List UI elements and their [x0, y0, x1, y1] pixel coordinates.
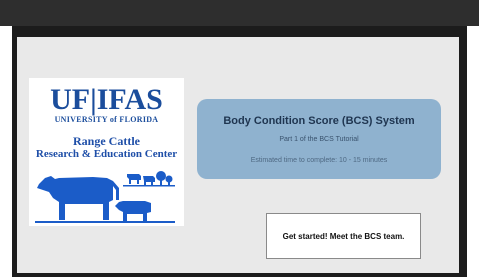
get-started-button[interactable]: Get started! Meet the BCS team. [266, 213, 421, 259]
page-edge [467, 26, 479, 277]
tutorial-part-label: Part 1 of the BCS Tutorial [279, 136, 359, 143]
center-name-line1: Range Cattle [73, 134, 140, 148]
get-started-label: Get started! Meet the BCS team. [282, 231, 405, 241]
logo-university: UNIVERSITY of FLORIDA [54, 115, 159, 124]
title-panel: Body Condition Score (BCS) System Part 1… [197, 99, 441, 179]
center-name-line2: Research & Education Center [35, 148, 178, 160]
page-title: Body Condition Score (BCS) System [223, 115, 415, 127]
logo-brand: UF|IFAS [50, 83, 163, 116]
ufifas-logo: UF|IFAS UNIVERSITY of FLORIDA Range Catt… [29, 78, 184, 226]
cattle-illustration-icon [35, 171, 175, 223]
time-estimate: Estimated time to complete: 10 - 15 minu… [250, 157, 388, 164]
top-bar [0, 0, 479, 26]
